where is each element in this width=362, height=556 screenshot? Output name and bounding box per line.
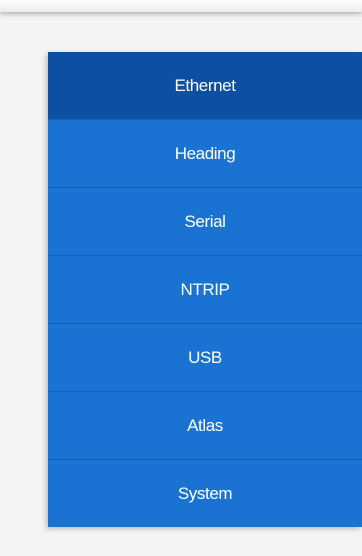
nav-item-system[interactable]: System [48, 459, 362, 527]
nav-item-usb[interactable]: USB [48, 323, 362, 391]
nav-item-ntrip[interactable]: NTRIP [48, 255, 362, 323]
nav-item-ethernet[interactable]: Ethernet [48, 52, 362, 119]
settings-nav-menu: Ethernet Heading Serial NTRIP USB Atlas … [48, 52, 362, 527]
nav-item-atlas[interactable]: Atlas [48, 391, 362, 459]
nav-item-heading[interactable]: Heading [48, 119, 362, 187]
top-bar [0, 0, 362, 12]
nav-item-serial[interactable]: Serial [48, 187, 362, 255]
